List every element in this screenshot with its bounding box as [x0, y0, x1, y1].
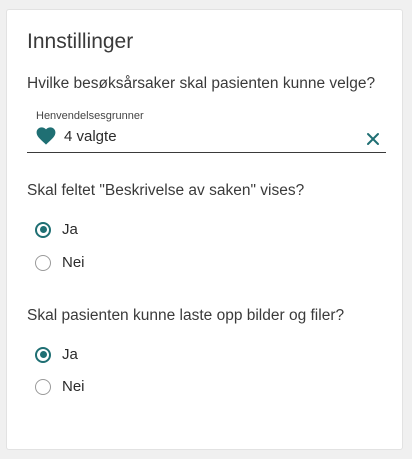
- close-icon[interactable]: [366, 132, 380, 146]
- radio-unchecked-icon[interactable]: [35, 254, 51, 271]
- radio-label: Nei: [62, 378, 85, 395]
- upload-question: Skal pasienten kunne laste opp bilder og…: [27, 307, 345, 324]
- description-option-yes[interactable]: Ja: [35, 221, 78, 238]
- reasons-question: Hvilke besøksårsaker skal pasienten kunn…: [27, 75, 376, 92]
- upload-option-yes[interactable]: Ja: [35, 346, 78, 363]
- radio-checked-icon[interactable]: [35, 221, 51, 238]
- reasons-field-value: 4 valgte: [64, 127, 117, 145]
- radio-unchecked-icon[interactable]: [35, 378, 51, 395]
- reasons-field-value-wrap: 4 valgte: [36, 127, 117, 145]
- radio-label: Ja: [62, 221, 78, 238]
- upload-option-no[interactable]: Nei: [35, 378, 85, 395]
- radio-label: Ja: [62, 346, 78, 363]
- settings-card: Innstillinger Hvilke besøksårsaker skal …: [6, 9, 403, 450]
- radio-label: Nei: [62, 254, 85, 271]
- heart-icon: [36, 127, 56, 145]
- reasons-select-field[interactable]: Henvendelsesgrunner 4 valgte: [27, 110, 386, 153]
- radio-checked-icon[interactable]: [35, 346, 51, 363]
- description-option-no[interactable]: Nei: [35, 254, 85, 271]
- reasons-field-label: Henvendelsesgrunner: [36, 110, 144, 122]
- page-title: Innstillinger: [27, 30, 134, 53]
- description-question: Skal feltet "Beskrivelse av saken" vises…: [27, 182, 305, 199]
